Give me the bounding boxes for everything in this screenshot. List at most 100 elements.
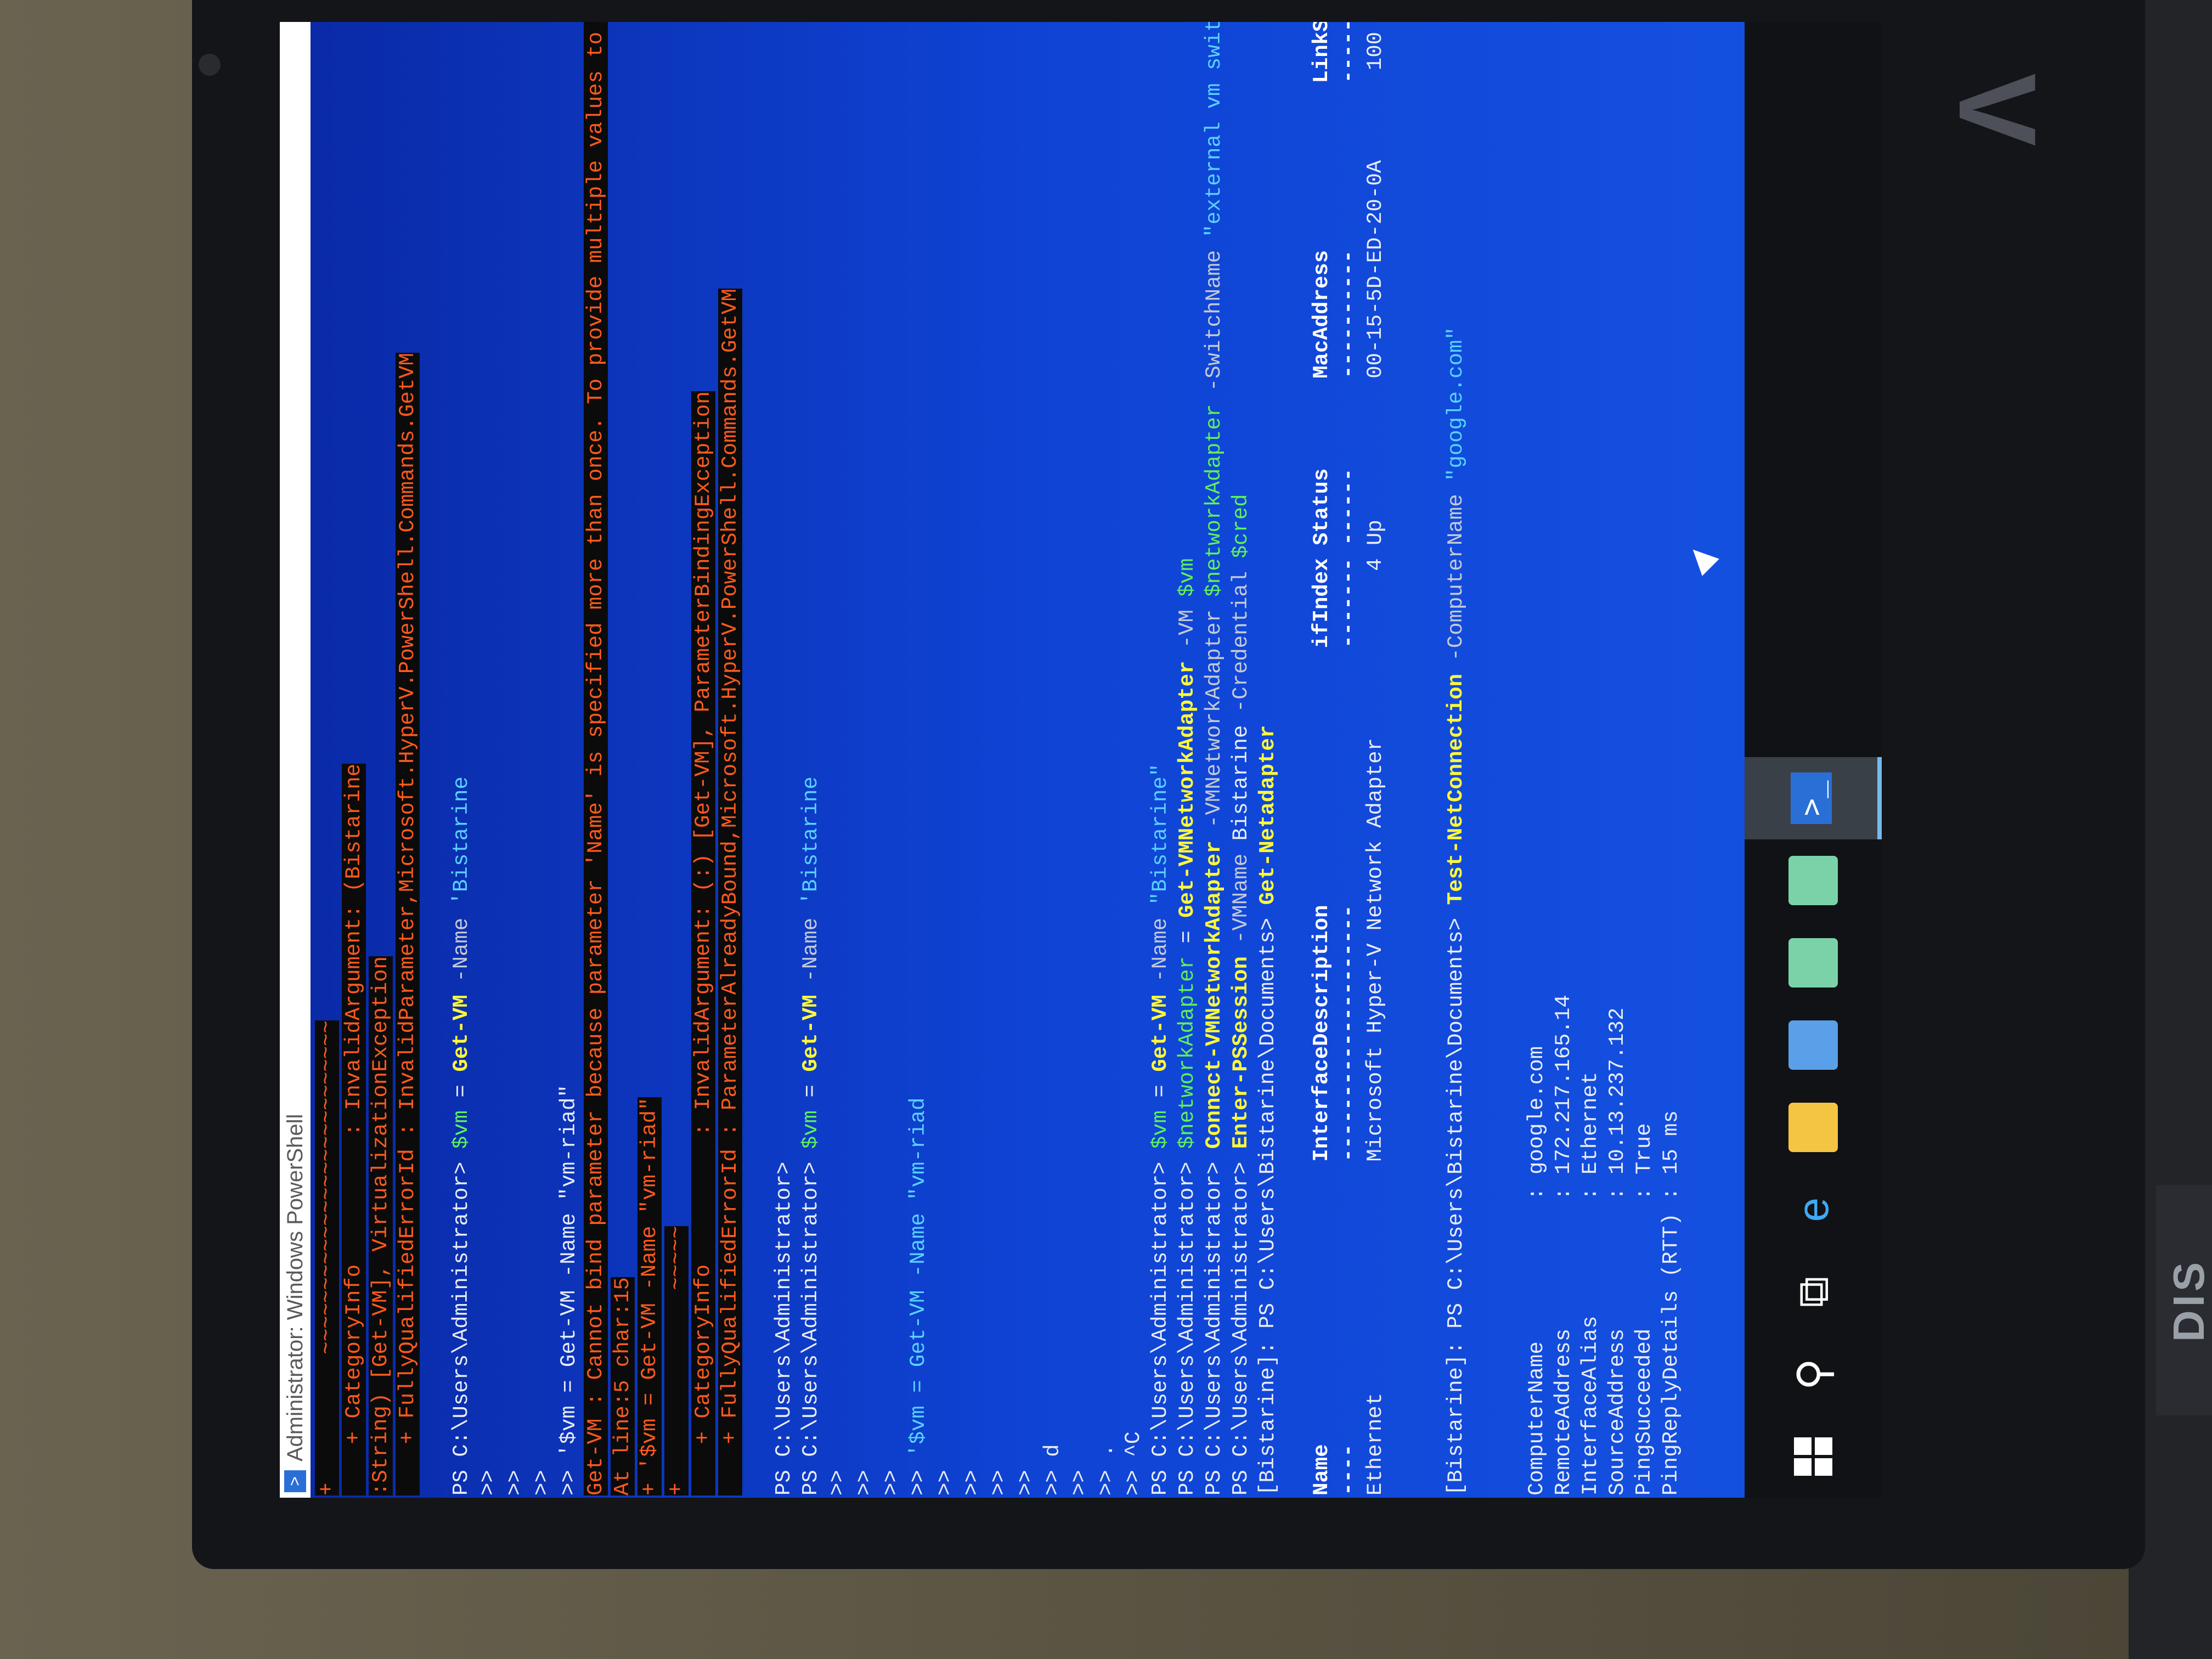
console-text: -SwitchName	[1202, 237, 1226, 404]
console-text: -Name	[1148, 905, 1172, 995]
console-text: :String) [Get-VM], VirtualizationExcepti…	[369, 956, 393, 1496]
console-text: + CategoryInfo : InvalidArgument: (:) [G…	[691, 391, 715, 1496]
console-text: PingReplyDetails (RTT) : 15 ms	[1659, 1110, 1683, 1496]
console-text: SourceAddress : 10.13.237.132	[1605, 1007, 1629, 1496]
console-text: -VMName	[1229, 840, 1253, 957]
console-text: =	[1175, 917, 1199, 957]
console-text: Connect-VMNetworkAdapter	[1202, 840, 1226, 1149]
hyper-v-manager-button[interactable]	[1745, 922, 1882, 1004]
console-text: PS C:\Users\Administrator>	[449, 1149, 473, 1496]
console-text: Bistarine	[1229, 725, 1253, 841]
console-text: "external vm switch"	[1202, 22, 1226, 238]
console-text: >>	[530, 1470, 554, 1496]
console-line: >> '$vm = Get-VM -Name "vm-riad"	[556, 22, 583, 1496]
console-line: >>	[878, 22, 905, 1496]
console-line: >>	[502, 22, 529, 1496]
console-text: >>	[826, 1470, 850, 1496]
search-button[interactable]: ⚲	[1745, 1333, 1882, 1415]
console-line: PS C:\Users\Administrator> $vm = Get-VM …	[1147, 22, 1174, 1496]
console-line: >> '$vm = Get-VM -Name "vm-riad	[905, 22, 932, 1496]
console-text: $vm	[1148, 1110, 1172, 1149]
console-text: Get-VM	[1148, 995, 1172, 1072]
console-text: $vm	[799, 1110, 823, 1149]
console-line: + '$vm = Get-VM -Name "vm-riad"	[636, 22, 663, 1496]
console-line: PS C:\Users\Administrator>	[771, 22, 798, 1496]
file-explorer-button[interactable]	[1745, 1086, 1882, 1169]
console-text: $cred	[1229, 494, 1253, 558]
powershell-icon: >	[284, 1470, 306, 1492]
console-text: + CategoryInfo : InvalidArgument: (Bista…	[342, 763, 366, 1496]
console-line: PS C:\Users\Administrator> $networkAdapt…	[1174, 22, 1201, 1496]
console-text: =	[449, 1071, 473, 1110]
console-text: + FullyQualifiedErrorId : InvalidParamet…	[396, 353, 420, 1496]
folder-icon	[1788, 1103, 1838, 1152]
console-line: PS C:\Users\Administrator> $vm = Get-VM …	[798, 22, 825, 1496]
console-text: 'Bistarine	[799, 776, 823, 905]
console-line: Get-VM : Cannot bind parameter because p…	[583, 22, 610, 1496]
brand-logo-icon: V	[1936, 73, 2058, 146]
search-icon: ⚲	[1788, 1358, 1838, 1391]
console-line: + ~~~~~~~~~~~~~~~~~~~~~~~~~~	[314, 22, 341, 1496]
console-text: -Name	[449, 905, 473, 995]
console-text: >> .	[1094, 1444, 1119, 1496]
console-text: >>	[1014, 1470, 1038, 1496]
windows-logo-icon	[1794, 1437, 1832, 1476]
console-line: SourceAddress : 10.13.237.132	[1604, 22, 1631, 1496]
desktop-screen: > Administrator: Windows PowerShell + ~~…	[280, 22, 1882, 1498]
taskbar: ⚲ ⧉ e >_	[1745, 22, 1882, 1498]
console-line: >> d	[1040, 22, 1066, 1496]
console-line: PS C:\Users\Administrator> Connect-VMNet…	[1201, 22, 1228, 1496]
console-text: >>	[853, 1470, 877, 1496]
hyper-v-manager-2-button[interactable]	[1745, 839, 1882, 922]
console-text: ComputerName : google.com	[1525, 1046, 1549, 1496]
window-title: Administrator: Windows PowerShell	[283, 1114, 307, 1462]
console-line: ---- -------------------- ------- ------…	[1335, 22, 1362, 1496]
start-button[interactable]	[1745, 1415, 1882, 1498]
powershell-icon: >_	[1790, 772, 1832, 824]
console-text: [Bistarine]: PS C:\Users\Bistarine\Docum…	[1256, 905, 1280, 1496]
console-text: Enter-PSSession	[1229, 956, 1253, 1149]
console-text: >> d	[1041, 1444, 1065, 1496]
console-line: >>	[475, 22, 502, 1496]
console-text: 'Bistarine	[449, 776, 473, 905]
console-text: Ethernet Microsoft Hyper-V Network Adapt…	[1363, 22, 1387, 1496]
console-text: PS C:\Users\Administrator>	[1175, 1149, 1199, 1496]
console-text: PingSucceeded : True	[1632, 1123, 1656, 1496]
console-text: + '$vm = Get-VM -Name "vm-riad"	[637, 1097, 662, 1496]
internet-explorer-icon: e	[1788, 1197, 1837, 1222]
console-text: "Bistarine"	[1148, 763, 1172, 905]
console-text: At line:5 char:15	[611, 1277, 635, 1496]
console-text: Get-Netadapter	[1256, 725, 1280, 905]
console-text: Get-VM	[799, 995, 823, 1072]
console-text: PS C:\Users\Administrator>	[772, 1161, 796, 1496]
server-manager-button[interactable]	[1745, 1004, 1882, 1086]
console-text: PS C:\Users\Administrator>	[1229, 1149, 1253, 1496]
console-text: Get-VMNetworkAdapter	[1175, 661, 1199, 918]
console-text: =	[799, 1071, 823, 1110]
console-line: Name InterfaceDescription ifIndex Status…	[1308, 22, 1335, 1496]
task-view-button[interactable]: ⧉	[1745, 1251, 1882, 1333]
console-line: PS C:\Users\Administrator> $vm = Get-VM …	[448, 22, 475, 1496]
window-titlebar[interactable]: > Administrator: Windows PowerShell	[280, 22, 311, 1498]
console-line: PS C:\Users\Administrator> Enter-PSSessi…	[1228, 22, 1255, 1496]
console-line: >>	[851, 22, 878, 1496]
powershell-button[interactable]: >_	[1745, 757, 1882, 839]
internet-explorer-button[interactable]: e	[1745, 1169, 1882, 1251]
console-text: "google.com"	[1444, 327, 1468, 482]
console-text: + ~~~~~	[664, 1226, 689, 1496]
console-text: '$vm = Get-VM -Name "vm-riad	[906, 1097, 930, 1457]
console-line: At line:5 char:15	[610, 22, 636, 1496]
console-line: >> .	[1093, 22, 1120, 1496]
hyper-v-icon	[1788, 856, 1838, 905]
powershell-console[interactable]: + ~~~~~~~~~~~~~~~~~~~~~~~~~~ + CategoryI…	[311, 22, 1745, 1498]
console-text: $vm	[1175, 558, 1199, 597]
console-line: InterfaceAlias : Ethernet	[1577, 22, 1604, 1496]
console-text: + ~~~~~~~~~~~~~~~~~~~~~~~~~~	[315, 1020, 339, 1496]
console-line: >>	[986, 22, 1013, 1496]
console-text: >>	[987, 1470, 1011, 1496]
